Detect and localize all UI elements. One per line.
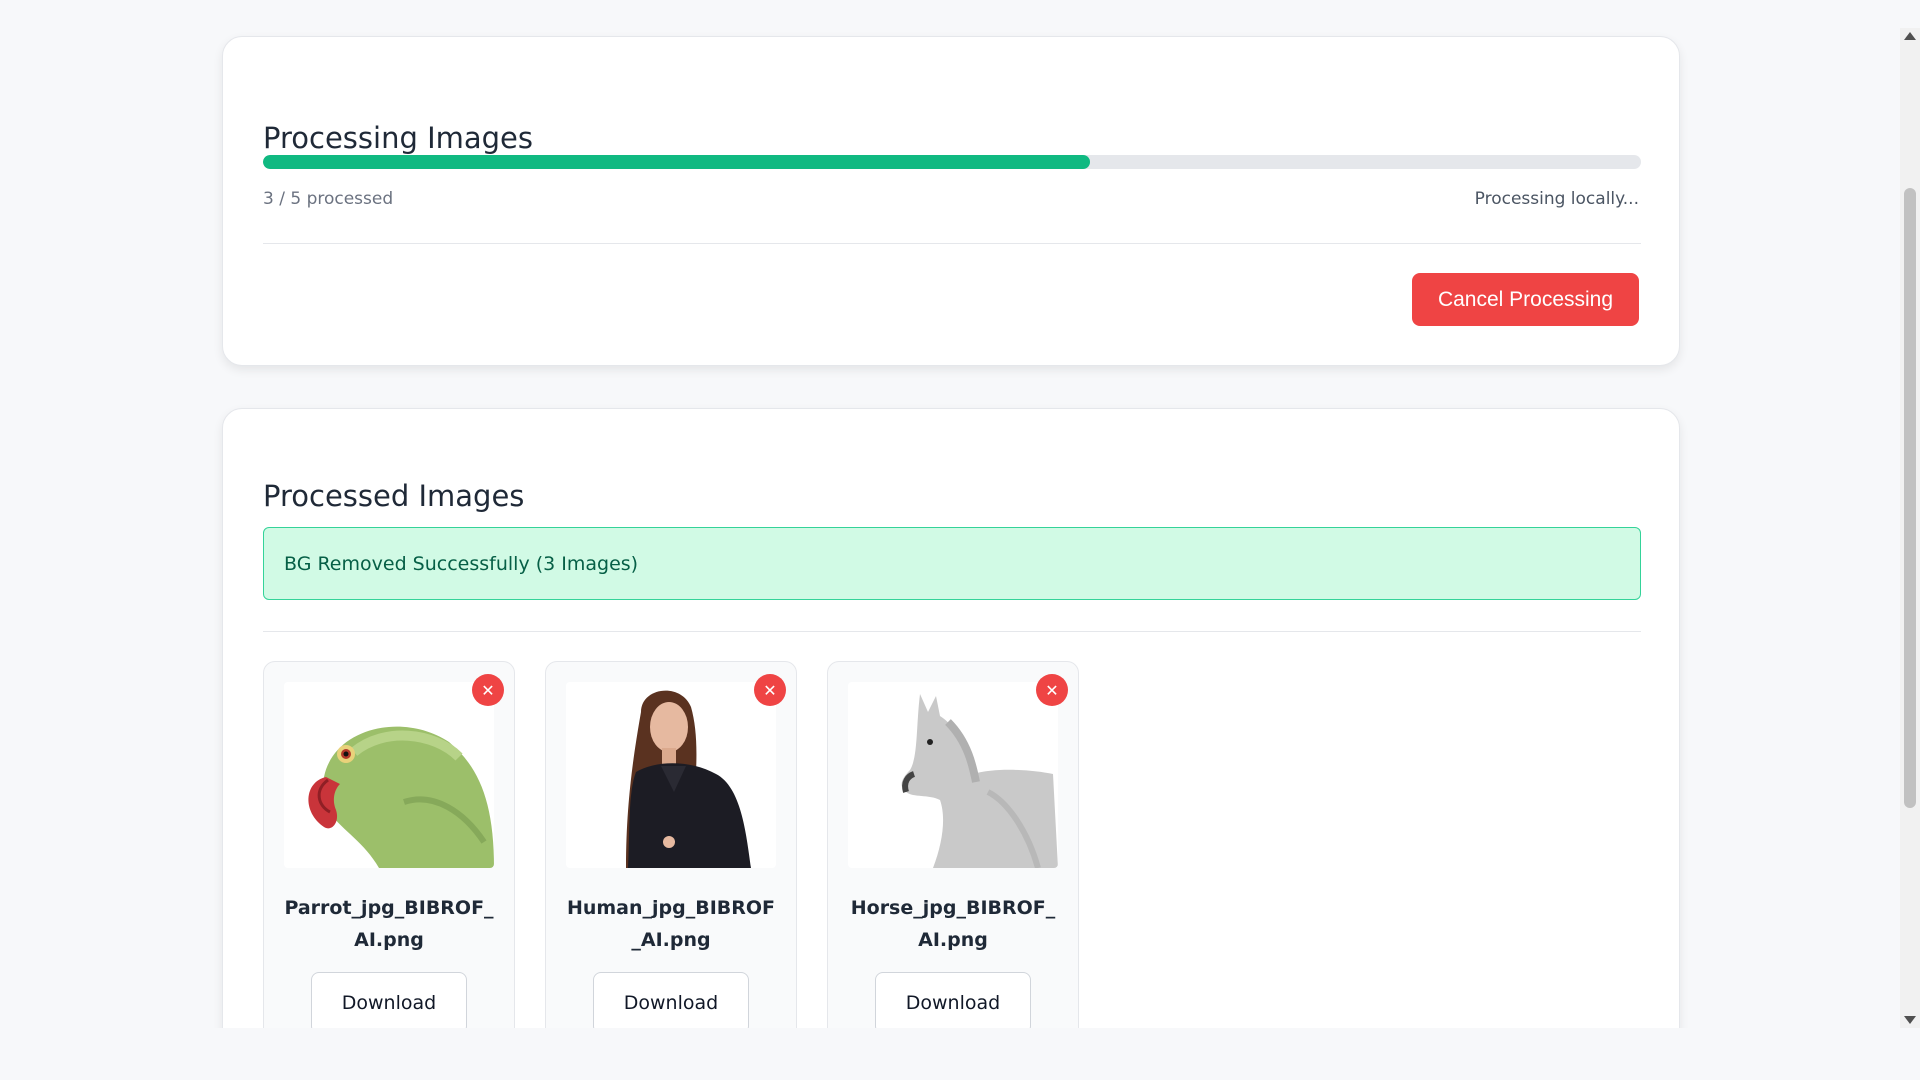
thumbnail-horse: [848, 682, 1058, 868]
scrollbar[interactable]: [1900, 28, 1920, 1028]
thumbnail-parrot: [284, 682, 494, 868]
page-viewport: Processing Images 3 / 5 processed Proces…: [0, 0, 1900, 1028]
remove-image-button[interactable]: ✕: [472, 674, 504, 706]
image-tile-horse: ✕ Horse_jpg_BIBROF_AI.png Download: [827, 661, 1079, 1028]
processed-count: 3 / 5 processed: [263, 189, 394, 209]
progress-bar: [263, 155, 1641, 169]
divider: [263, 631, 1641, 632]
parrot-image: [308, 726, 494, 868]
divider: [263, 243, 1641, 244]
woman-image: [626, 690, 751, 868]
scroll-down-icon[interactable]: [1904, 1016, 1916, 1024]
success-message: BG Removed Successfully (3 Images): [284, 552, 639, 575]
processing-status: Processing locally...: [1474, 189, 1639, 209]
image-grid: ✕ Parrot_jpg_BIBROF_AI.png Download ✕ Hu…: [263, 661, 1079, 1028]
processing-title: Processing Images: [263, 121, 534, 155]
image-tile-parrot: ✕ Parrot_jpg_BIBROF_AI.png Download: [263, 661, 515, 1028]
processed-images-card: Processed Images BG Removed Successfully…: [222, 408, 1680, 1028]
download-button[interactable]: Download: [593, 972, 749, 1028]
image-filename: Human_jpg_BIBROF_AI.png: [566, 897, 776, 951]
remove-image-button[interactable]: ✕: [1036, 674, 1068, 706]
scroll-up-icon[interactable]: [1904, 32, 1916, 40]
processing-card: Processing Images 3 / 5 processed Proces…: [222, 36, 1680, 366]
image-filename: Horse_jpg_BIBROF_AI.png: [850, 897, 1056, 951]
image-tile-human: ✕ Human_jpg_BIBROF_AI.png Download: [545, 661, 797, 1028]
thumbnail-human: [566, 682, 776, 868]
scrollbar-thumb[interactable]: [1904, 188, 1916, 808]
progress-bar-fill: [263, 155, 1090, 169]
image-filename: Parrot_jpg_BIBROF_AI.png: [284, 897, 494, 951]
remove-image-button[interactable]: ✕: [754, 674, 786, 706]
horse-image: [901, 694, 1058, 868]
download-button[interactable]: Download: [875, 972, 1031, 1028]
cancel-processing-button[interactable]: Cancel Processing: [1412, 273, 1639, 326]
download-button[interactable]: Download: [311, 972, 467, 1028]
processed-images-title: Processed Images: [263, 479, 525, 513]
success-alert: BG Removed Successfully (3 Images): [263, 527, 1641, 600]
